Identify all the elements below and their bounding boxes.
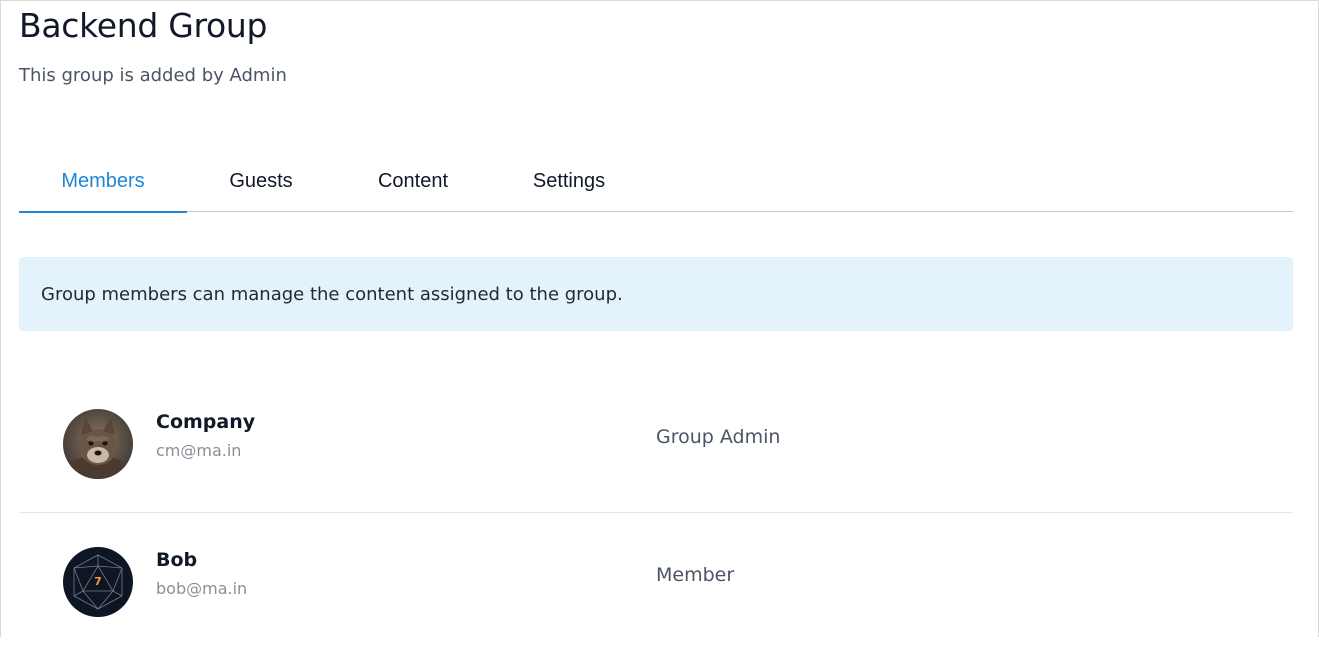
member-row[interactable]: 7 Bob bob@ma.in Member: [19, 513, 1293, 651]
member-name: Bob: [156, 549, 198, 571]
page-title: Backend Group: [19, 6, 268, 45]
tab-content[interactable]: Content: [335, 150, 491, 212]
tab-guests[interactable]: Guests: [187, 150, 335, 212]
member-row[interactable]: Company cm@ma.in Group Admin: [19, 375, 1293, 513]
info-banner-text: Group members can manage the content ass…: [41, 283, 623, 305]
tab-bar: Members Guests Content Settings: [19, 150, 1293, 213]
member-role: Member: [656, 564, 735, 586]
info-banner: Group members can manage the content ass…: [19, 257, 1293, 331]
member-role: Group Admin: [656, 426, 781, 448]
tab-settings[interactable]: Settings: [491, 150, 647, 212]
page-subtitle: This group is added by Admin: [19, 65, 287, 86]
tab-members[interactable]: Members: [19, 150, 187, 213]
fox-photo-avatar: [63, 409, 133, 479]
d20-dice-avatar: 7: [63, 547, 133, 617]
avatar-glyph: 7: [94, 575, 102, 588]
member-name: Company: [156, 411, 256, 433]
member-email: cm@ma.in: [156, 441, 242, 460]
member-email: bob@ma.in: [156, 579, 248, 598]
